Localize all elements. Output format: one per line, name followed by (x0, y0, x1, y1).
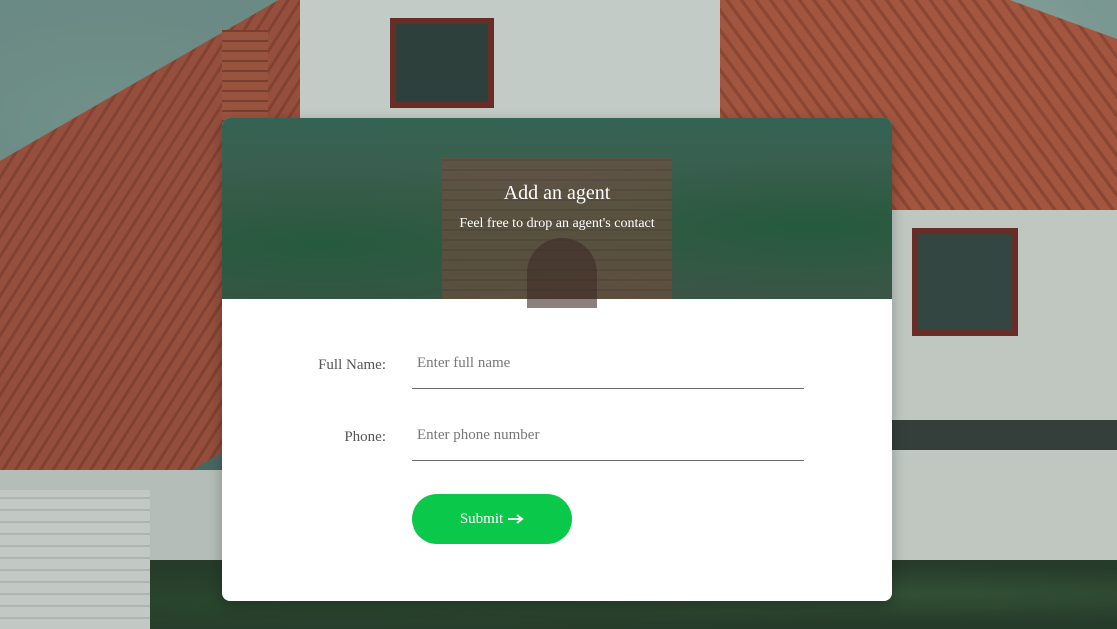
full-name-row: Full Name: (222, 339, 892, 391)
arrow-right-icon (508, 514, 524, 524)
submit-button[interactable]: Submit (412, 494, 572, 544)
phone-label: Phone: (344, 429, 386, 445)
full-name-input[interactable] (412, 339, 804, 389)
add-agent-card: Add an agent Feel free to drop an agent'… (222, 118, 892, 601)
header-arch-image (527, 238, 597, 308)
card-header: Add an agent Feel free to drop an agent'… (222, 118, 892, 308)
full-name-label: Full Name: (318, 357, 386, 373)
submit-button-label: Submit (459, 510, 504, 527)
phone-row: Phone: (222, 411, 892, 463)
page-subtitle: Feel free to drop an agent's contact (459, 216, 655, 231)
phone-input[interactable] (412, 411, 804, 461)
page-title: Add an agent (503, 182, 611, 204)
